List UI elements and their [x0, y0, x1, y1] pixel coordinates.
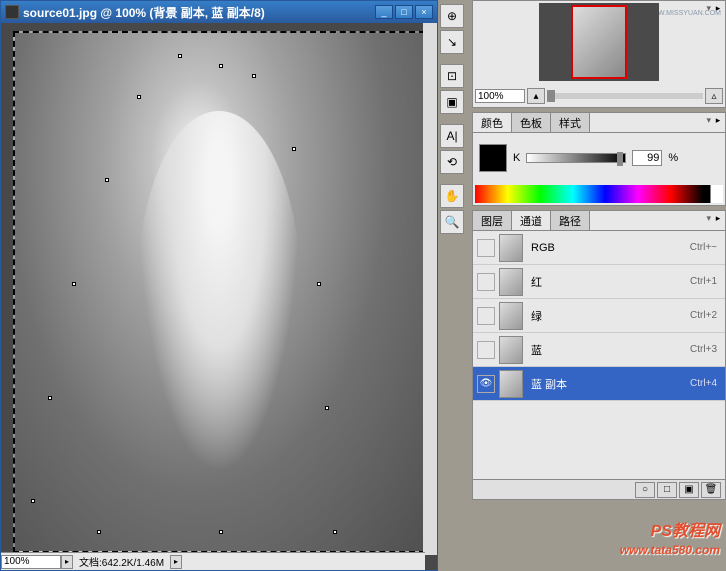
navigator-zoom-input[interactable] [475, 89, 525, 103]
tool-hand-icon[interactable]: ✋ [440, 184, 464, 208]
color-panel-tabs: 颜色 色板 样式 [473, 113, 725, 133]
zoom-menu-button[interactable]: ▸ [61, 555, 73, 569]
document-titlebar[interactable]: source01.jpg @ 100% (背景 副本, 蓝 副本/8) _ □ … [1, 1, 437, 23]
tab-swatches[interactable]: 色板 [512, 113, 551, 132]
visibility-toggle[interactable] [477, 375, 495, 393]
zoom-input[interactable] [1, 555, 61, 569]
channel-name: 绿 [527, 308, 686, 324]
page-watermark-line2: www.tata580.com [620, 543, 720, 557]
color-spectrum[interactable] [475, 185, 723, 203]
channel-name: 红 [527, 274, 686, 290]
statusbar: ▸ 文档:642.2K/1.46M ▸ [1, 552, 425, 570]
page-watermark-line1: PS教程网 [651, 517, 720, 541]
navigator-thumbnail [571, 5, 627, 79]
channel-shortcut: Ctrl+4 [690, 378, 721, 389]
vertical-scrollbar[interactable] [423, 23, 437, 555]
canvas[interactable] [13, 31, 425, 553]
channel-row[interactable]: 红 Ctrl+1 [473, 265, 725, 299]
channel-list: RGB Ctrl+~ 红 Ctrl+1 绿 Ctrl+2 蓝 Ctrl+3 蓝 副本 Ctrl+4 [473, 231, 725, 471]
k-slider[interactable] [526, 153, 626, 163]
k-channel-label: K [513, 152, 520, 164]
tab-styles[interactable]: 样式 [551, 113, 590, 132]
document-title: source01.jpg @ 100% (背景 副本, 蓝 副本/8) [23, 4, 375, 21]
visibility-toggle[interactable] [477, 239, 495, 257]
navigator-panel: ▾ ▸ 思缘设计论坛 WWW.MISSYUAN.COM ▴ ▵ [472, 0, 726, 108]
tool-icon[interactable]: ⊕ [440, 4, 464, 28]
save-selection-icon[interactable]: □ [657, 482, 677, 498]
channel-row[interactable]: RGB Ctrl+~ [473, 231, 725, 265]
channel-thumbnail [499, 336, 523, 364]
delete-channel-icon[interactable]: 🗑 [701, 482, 721, 498]
tool-zoom-icon[interactable]: 🔍 [440, 210, 464, 234]
channel-shortcut: Ctrl+2 [690, 310, 721, 321]
foreground-color-swatch[interactable] [479, 144, 507, 172]
tool-icon[interactable]: ▣ [440, 90, 464, 114]
doc-info-menu-button[interactable]: ▸ [170, 555, 182, 569]
document-window: source01.jpg @ 100% (背景 副本, 蓝 副本/8) _ □ … [0, 0, 438, 571]
k-value-input[interactable] [632, 150, 662, 166]
channel-shortcut: Ctrl+~ [690, 242, 721, 253]
load-selection-icon[interactable]: ○ [635, 482, 655, 498]
percent-label: % [668, 152, 678, 164]
channel-shortcut: Ctrl+1 [690, 276, 721, 287]
channel-row[interactable]: 蓝 副本 Ctrl+4 [473, 367, 725, 401]
channel-row[interactable]: 蓝 Ctrl+3 [473, 333, 725, 367]
tool-align-icon[interactable]: A| [440, 124, 464, 148]
panel-collapse-icon[interactable]: ▾ [706, 213, 711, 224]
tool-icon[interactable]: ⊡ [440, 64, 464, 88]
panel-menu-icon[interactable]: ▸ [713, 213, 723, 224]
app-icon [5, 5, 19, 19]
channel-thumbnail [499, 234, 523, 262]
channel-name: 蓝 [527, 342, 686, 358]
color-panel: ▾ ▸ 颜色 色板 样式 K % [472, 112, 726, 206]
channels-panel-tabs: 图层 通道 路径 [473, 211, 725, 231]
tab-layers[interactable]: 图层 [473, 211, 512, 230]
channel-row[interactable]: 绿 Ctrl+2 [473, 299, 725, 333]
tab-channels[interactable]: 通道 [512, 211, 551, 230]
tool-column: ⊕ ↘ ⊡ ▣ A| ⟲ ✋ 🔍 [440, 4, 468, 236]
visibility-toggle[interactable] [477, 273, 495, 291]
channels-panel: ▾ ▸ 图层 通道 路径 RGB Ctrl+~ 红 Ctrl+1 绿 Ctrl+2 蓝 Ctr… [472, 210, 726, 500]
visibility-toggle[interactable] [477, 341, 495, 359]
channels-panel-footer: ○ □ ▣ 🗑 [473, 479, 725, 499]
navigator-preview[interactable] [539, 3, 659, 81]
channel-shortcut: Ctrl+3 [690, 344, 721, 355]
new-channel-icon[interactable]: ▣ [679, 482, 699, 498]
visibility-toggle[interactable] [477, 307, 495, 325]
maximize-button[interactable]: □ [395, 5, 413, 19]
panel-collapse-icon[interactable]: ▾ [706, 115, 711, 126]
zoom-out-icon[interactable]: ▴ [527, 88, 545, 104]
close-button[interactable]: × [415, 5, 433, 19]
navigator-zoom-slider[interactable] [547, 93, 703, 99]
tool-icon[interactable]: ↘ [440, 30, 464, 54]
panel-menu-icon[interactable]: ▸ [713, 115, 723, 126]
tool-rotate-icon[interactable]: ⟲ [440, 150, 464, 174]
tab-color[interactable]: 颜色 [473, 113, 512, 132]
channel-thumbnail [499, 370, 523, 398]
zoom-in-icon[interactable]: ▵ [705, 88, 723, 104]
doc-info-text: 文档:642.2K/1.46M [73, 554, 170, 569]
channel-thumbnail [499, 302, 523, 330]
tab-paths[interactable]: 路径 [551, 211, 590, 230]
channel-name: 蓝 副本 [527, 376, 686, 392]
channel-thumbnail [499, 268, 523, 296]
image-content [15, 33, 423, 551]
channel-name: RGB [527, 242, 686, 254]
minimize-button[interactable]: _ [375, 5, 393, 19]
